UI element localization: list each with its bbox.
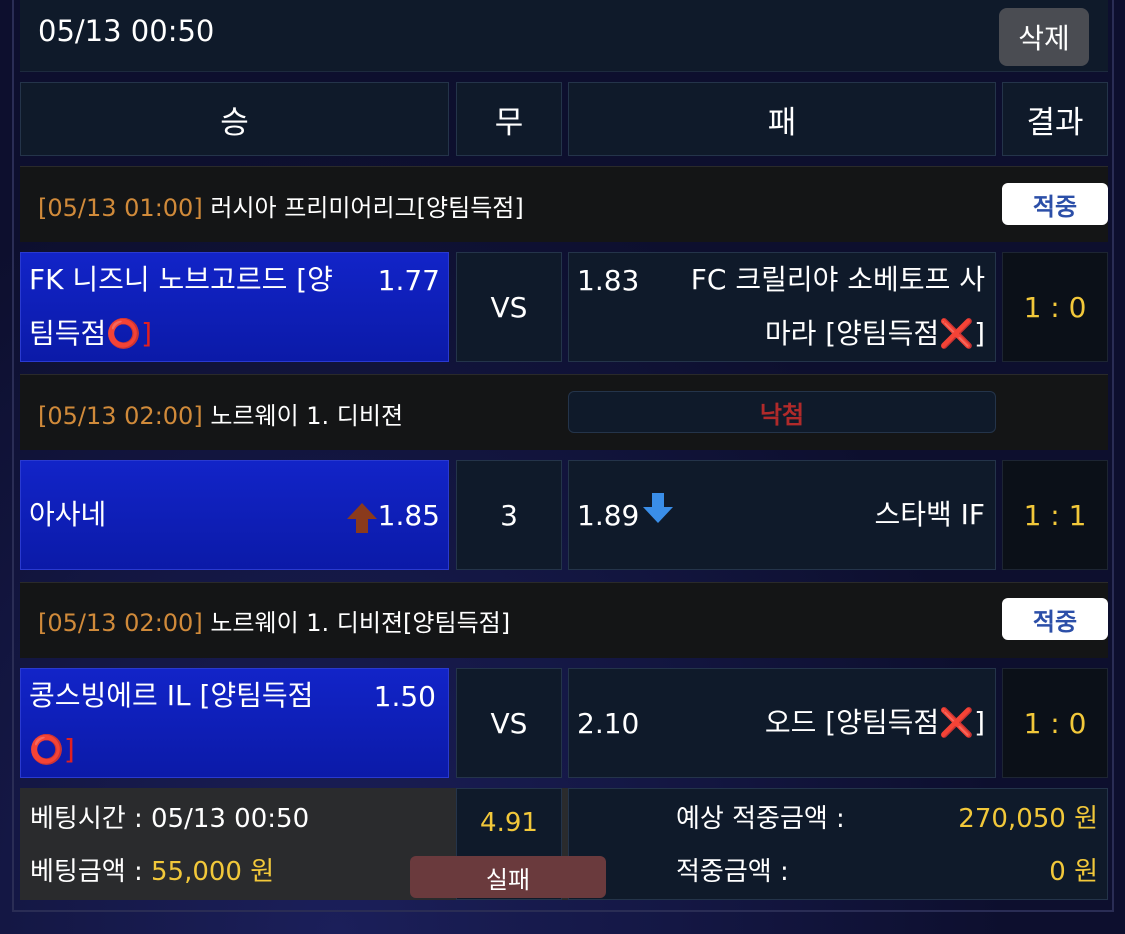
bet-datetime: 05/13 00:50 [38,14,215,48]
win-amount-label: 적중금액 : [676,857,789,887]
column-header-draw: 무 [456,82,562,156]
home-team-name: 아사네 [29,498,107,531]
expected-payout-value: 270,050 원 [958,804,1098,834]
home-team-name-line2: 팀득점⭕] [29,317,153,350]
home-odd: 1.77 [377,264,440,297]
column-header-win: 승 [20,82,449,156]
bet-amount-value: 55,000 원 [150,857,275,887]
miss-x-icon: ❌] [939,317,985,350]
home-team-name-line1: FK 니즈니 노브고르드 [양 [29,263,333,296]
league-name: 노르웨이 1. 디비젼 [210,402,404,430]
league-time: [05/13 01:00] [38,194,203,222]
away-team-name: 오드 [양팀득점❌] [764,706,985,739]
league-title: [05/13 01:00] 러시아 프리미어리그[양팀득점] [38,188,524,223]
league-title: [05/13 02:00] 노르웨이 1. 디비젼 [38,396,403,431]
status-badge: 낙첨 [568,391,996,433]
miss-x-icon: ❌] [939,706,985,739]
hit-circle-icon: ⭕] [106,317,153,350]
away-odd: 1.89 [577,499,640,532]
odds-down-arrow-icon [643,493,673,523]
away-odd: 2.10 [577,707,640,740]
league-time: [05/13 02:00] [38,402,203,430]
away-team-cell[interactable]: 2.10 오드 [양팀득점❌] [568,668,996,778]
home-team-cell[interactable]: FK 니즈니 노브고르드 [양 팀득점⭕] 1.77 [20,252,449,362]
win-amount-value: 0 원 [1049,857,1098,887]
expected-payout-label: 예상 적중금액 : [676,804,845,834]
status-badge: 적중 [1002,183,1108,225]
away-team-name-line1: FC 크릴리야 소베토프 사 [690,263,985,296]
league-time: [05/13 02:00] [38,609,203,637]
total-odds: 4.91 [480,808,538,838]
bet-time: 베팅시간 : 05/13 00:50 [30,804,310,834]
home-team-name-line1: 콩스빙에르 IL [양팀득점 [29,679,314,712]
away-team-name-line2: 마라 [양팀득점❌] [764,317,985,350]
away-team-cell[interactable]: 1.83 FC 크릴리야 소베토프 사 마라 [양팀득점❌] [568,252,996,362]
league-title: [05/13 02:00] 노르웨이 1. 디비젼[양팀득점] [38,603,510,638]
away-team-cell[interactable]: 1.89 스타백 IF [568,460,996,570]
delete-button[interactable]: 삭제 [999,8,1089,66]
bet-amount: 베팅금액 : 55,000 원 [30,857,275,887]
home-team-cell[interactable]: 아사네 1.85 [20,460,449,570]
bet-result-badge: 실패 [410,856,606,898]
match-result: 1 : 0 [1002,252,1108,362]
home-team-name-line2: ⭕] [29,723,75,777]
home-odd: 1.50 [373,680,436,713]
draw-odd-cell[interactable]: 3 [456,460,562,570]
draw-cell[interactable]: VS [456,668,562,778]
status-badge: 적중 [1002,598,1108,640]
away-odd: 1.83 [577,264,640,297]
league-name: 러시아 프리미어리그[양팀득점] [210,194,524,222]
match-result: 1 : 1 [1002,460,1108,570]
league-name: 노르웨이 1. 디비젼[양팀득점] [210,609,511,637]
match-result: 1 : 0 [1002,668,1108,778]
column-header-lose: 패 [568,82,996,156]
draw-cell[interactable]: VS [456,252,562,362]
odds-up-arrow-icon [347,503,377,533]
away-team-name: 스타백 IF [874,498,985,531]
column-header-result: 결과 [1002,82,1108,156]
hit-circle-icon: ⭕] [29,733,75,766]
home-odd: 1.85 [377,499,440,532]
home-team-cell[interactable]: 콩스빙에르 IL [양팀득점 ⭕] 1.50 [20,668,449,778]
